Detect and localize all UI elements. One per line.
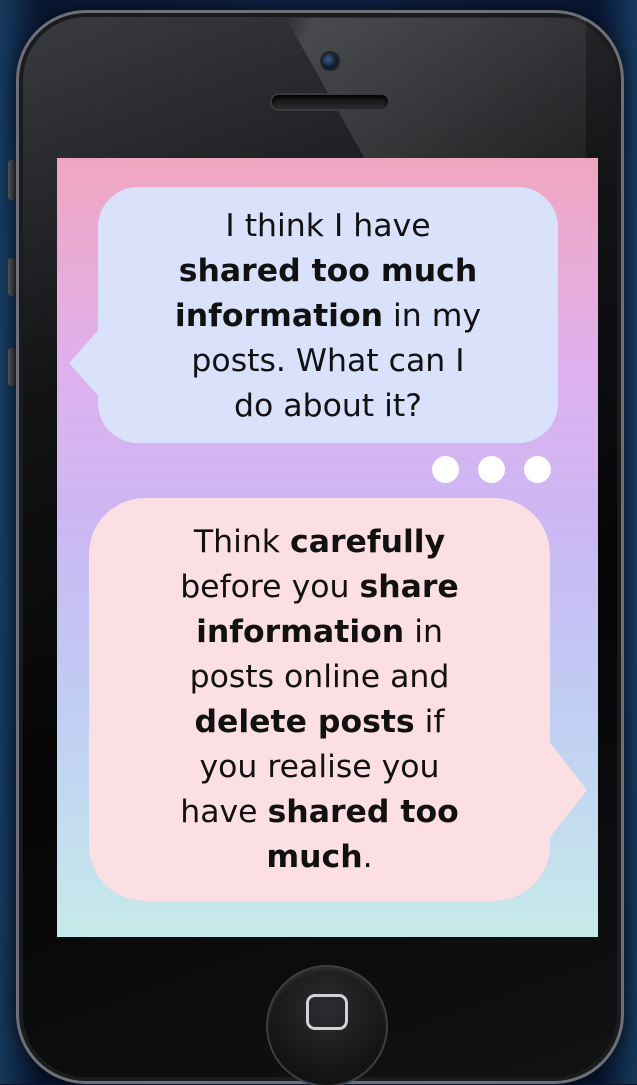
message-text: in <box>404 614 443 650</box>
incoming-message-text: I think I have shared too much informati… <box>138 204 518 429</box>
message-bold-text: shared too much <box>178 253 478 289</box>
message-bold-text: much <box>266 839 363 875</box>
message-text: you realise you <box>199 749 440 785</box>
message-bold-text: delete posts <box>194 704 415 740</box>
incoming-message-bubble: I think I have shared too much informati… <box>98 187 558 443</box>
typing-dot-2 <box>478 456 505 483</box>
message-text: . <box>362 839 373 875</box>
reply-message-bubble: Think carefully before you share informa… <box>89 498 550 901</box>
message-bold-text: information <box>196 614 405 650</box>
message-text: if <box>414 704 445 740</box>
reply-message-text: Think carefully before you share informa… <box>127 520 512 880</box>
volume-down-button[interactable] <box>8 348 16 386</box>
message-text: before you <box>180 569 360 605</box>
message-text: posts. What can I <box>191 343 465 379</box>
message-text: posts online and <box>189 659 450 695</box>
home-button-icon <box>306 994 348 1030</box>
message-text: in my <box>383 298 482 334</box>
typing-dot-1 <box>432 456 459 483</box>
message-text: I think I have <box>225 208 431 244</box>
message-bold-text: shared too <box>267 794 459 830</box>
message-bold-text: carefully <box>290 524 446 560</box>
camera-icon <box>322 53 338 69</box>
message-bold-text: share <box>359 569 459 605</box>
silent-switch[interactable] <box>8 160 16 200</box>
typing-dot-3 <box>524 456 551 483</box>
message-bold-text: information <box>174 298 384 334</box>
message-text: do about it? <box>233 388 422 424</box>
message-text: Think <box>193 524 291 560</box>
message-text: have <box>180 794 268 830</box>
speaker-icon <box>272 95 388 109</box>
volume-up-button[interactable] <box>8 258 16 296</box>
